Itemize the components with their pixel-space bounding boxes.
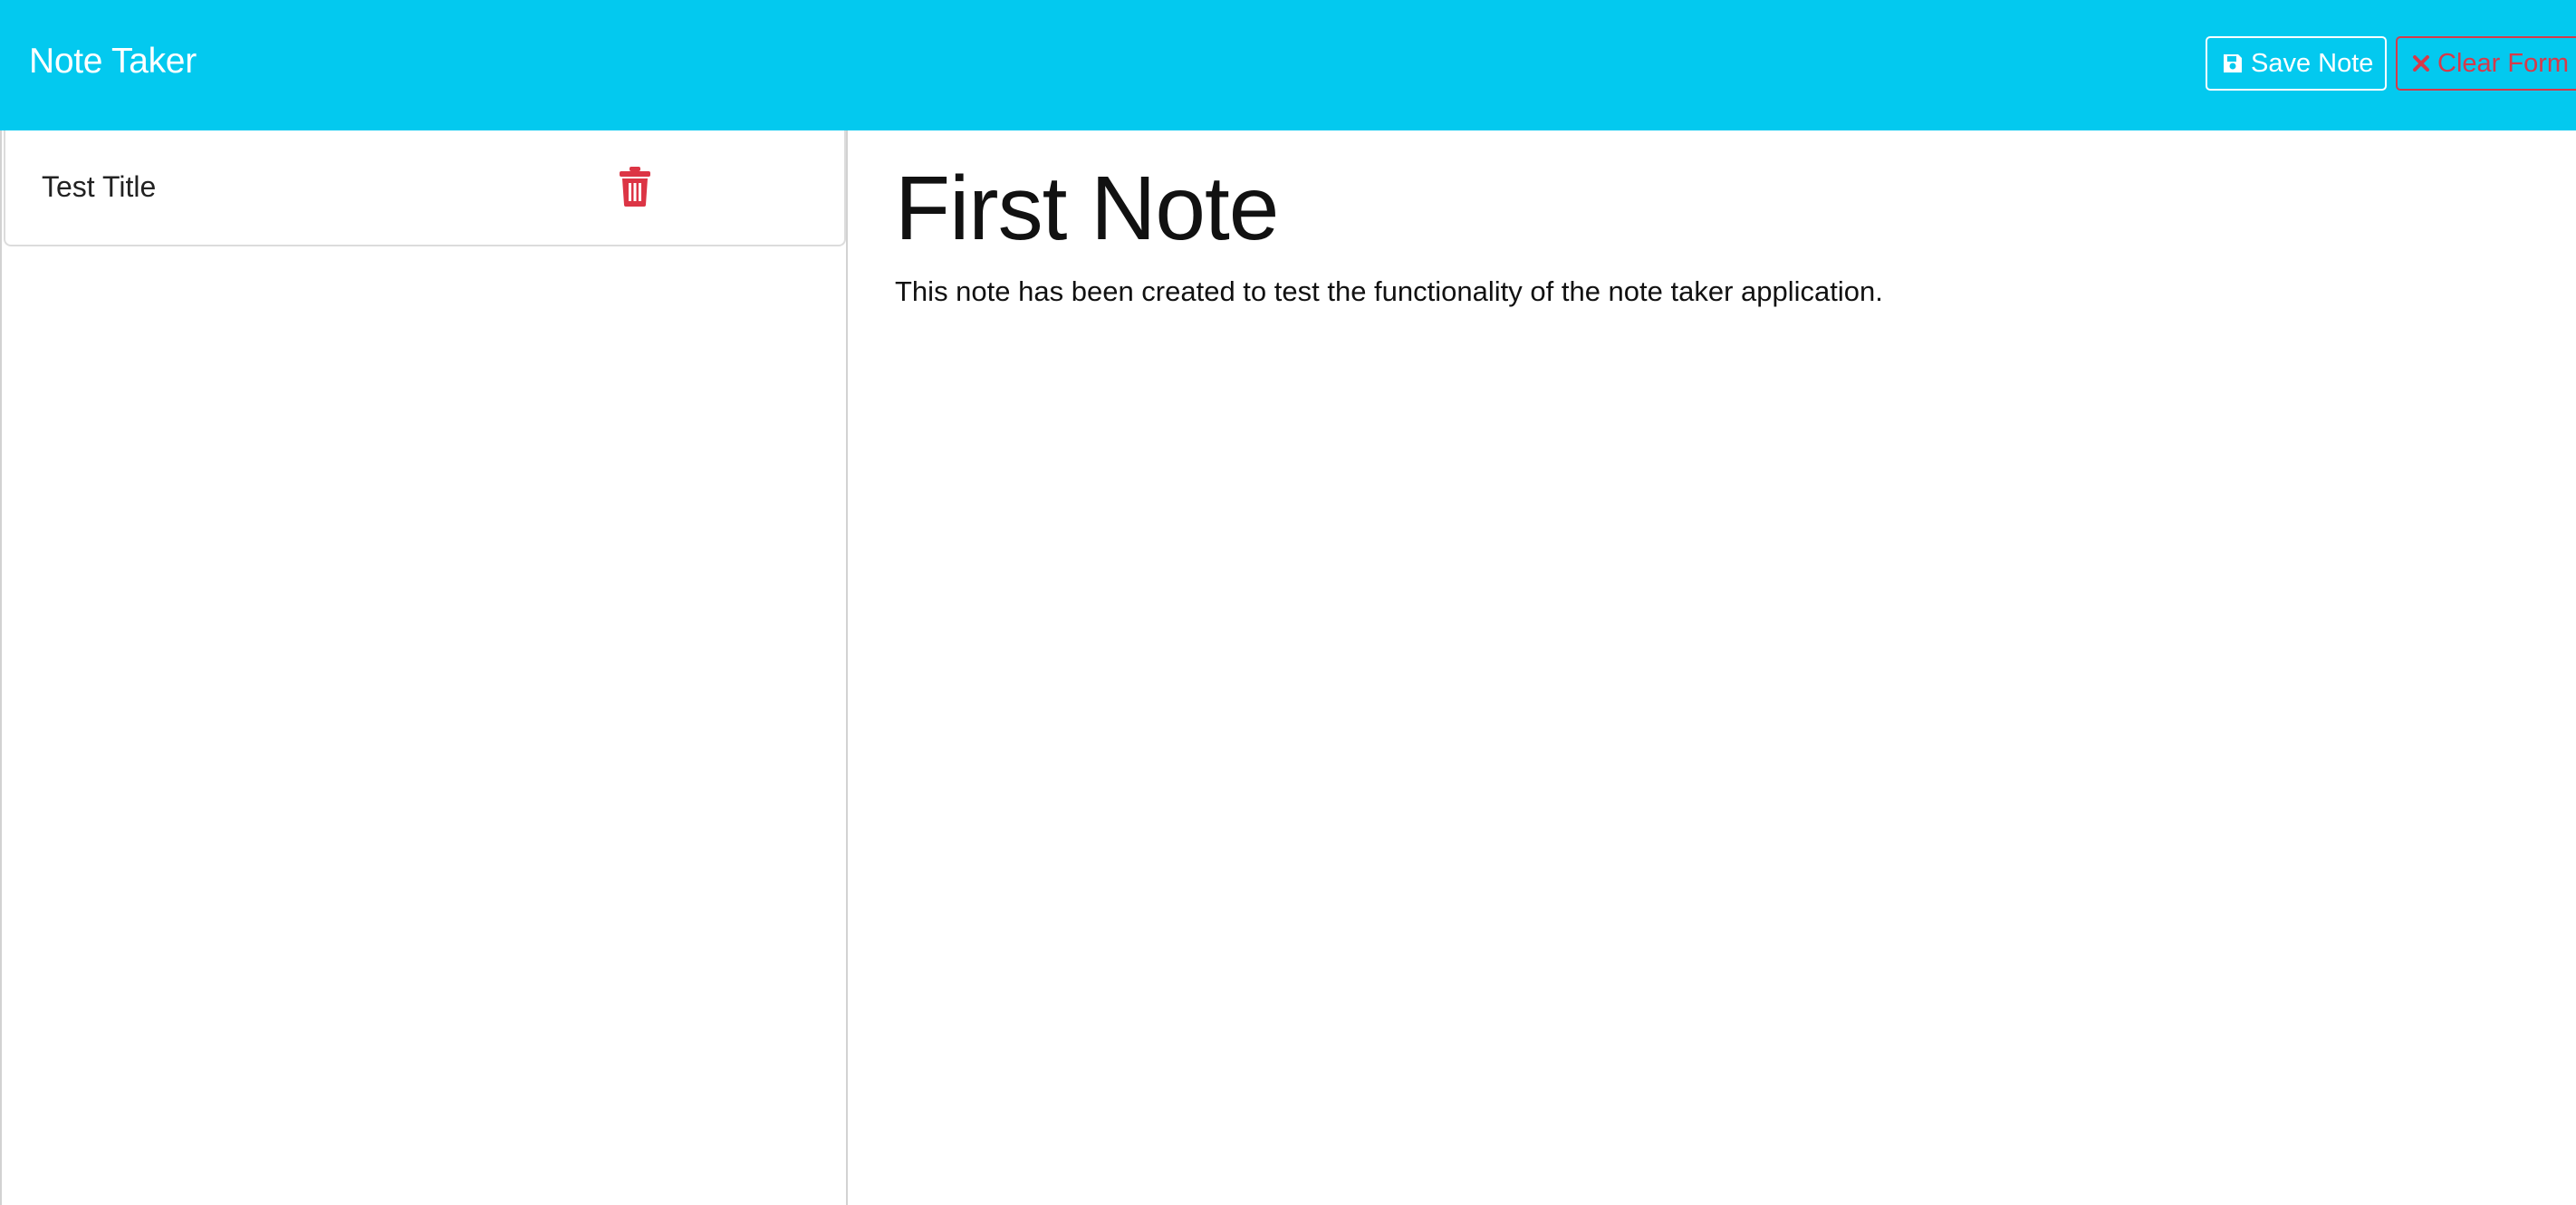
clear-form-button[interactable]: Clear Form xyxy=(2396,36,2576,91)
notes-sidebar: Test Title xyxy=(0,130,848,1205)
save-note-label: Save Note xyxy=(2251,49,2374,78)
trash-icon[interactable] xyxy=(620,167,650,207)
note-editor: First Note This note has been created to… xyxy=(848,130,2576,1205)
x-icon xyxy=(2412,54,2430,72)
navbar: Note Taker Save Note Clear Form xyxy=(0,0,2576,130)
note-list-item[interactable]: Test Title xyxy=(4,130,846,246)
clear-form-label: Clear Form xyxy=(2437,49,2570,78)
note-list-item-title[interactable]: Test Title xyxy=(42,169,156,205)
floppy-disk-icon xyxy=(2222,53,2244,74)
note-title[interactable]: First Note xyxy=(895,154,1279,263)
app-brand[interactable]: Note Taker xyxy=(29,36,197,87)
save-note-button[interactable]: Save Note xyxy=(2206,36,2387,91)
note-text[interactable]: This note has been created to test the f… xyxy=(895,274,1883,310)
